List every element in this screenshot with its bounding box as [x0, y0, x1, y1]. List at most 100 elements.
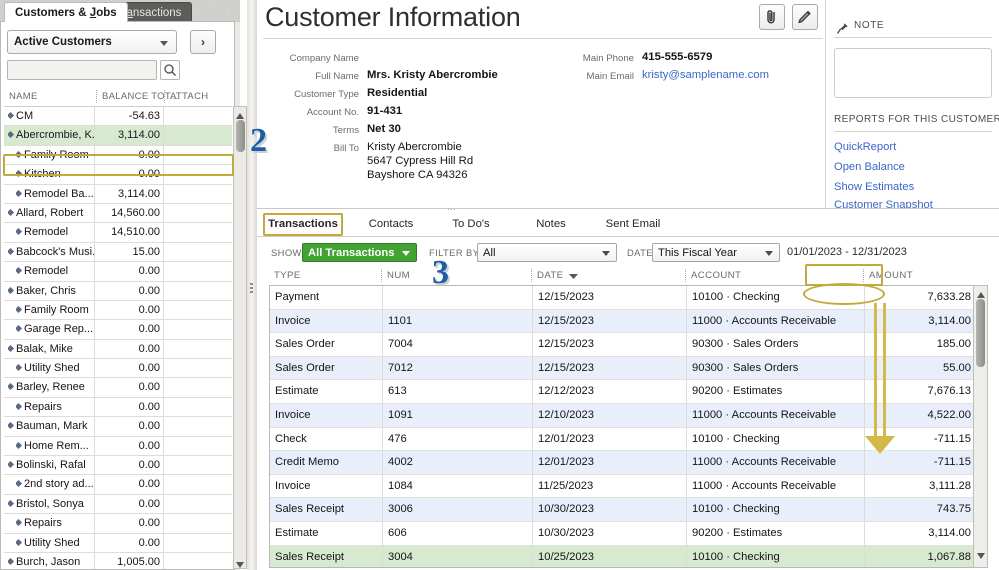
sidebar-scroll-thumb[interactable]: [236, 120, 245, 152]
customer-name-text: Allard, Robert: [16, 206, 84, 219]
transaction-account: 10100 · Checking: [692, 432, 780, 445]
customer-list-item[interactable]: Repairs 0.00: [4, 514, 232, 534]
customer-list-item[interactable]: Kitchen 0.00: [4, 165, 232, 185]
customer-list-item[interactable]: Family Room 0.00: [4, 300, 232, 321]
customer-list-item[interactable]: Baker, Chris 0.00: [4, 281, 232, 301]
customer-list-item[interactable]: Bolinski, Rafal 0.00: [4, 456, 232, 476]
customer-balance: 0.00: [138, 536, 160, 549]
diamond-bullet-icon: [8, 499, 15, 507]
filter-by-dropdown[interactable]: All: [477, 243, 617, 262]
customer-name-text: Baker, Chris: [16, 284, 76, 297]
cell-divider: [94, 417, 95, 437]
customer-list-item[interactable]: Balak, Mike 0.00: [4, 339, 232, 360]
attachment-button[interactable]: [759, 4, 785, 30]
transaction-grid-scrollbar[interactable]: [973, 285, 988, 568]
value-main-email[interactable]: kristy@samplename.com: [642, 69, 769, 81]
date-dropdown[interactable]: This Fiscal Year: [652, 243, 780, 262]
customer-list-item[interactable]: Bristol, Sonya 0.00: [4, 494, 232, 515]
customer-balance: 3,114.00: [117, 129, 160, 142]
tab-customers-and-jobs[interactable]: Customers & Jobs: [4, 2, 128, 22]
customer-name-text: Repairs: [24, 517, 62, 530]
show-dropdown[interactable]: All Transactions: [302, 243, 417, 262]
transaction-account: 10100 · Checking: [692, 503, 780, 516]
customer-list-item[interactable]: Allard, Robert 14,560.00: [4, 203, 232, 224]
customer-list-item[interactable]: Barley, Renee 0.00: [4, 378, 232, 398]
customer-list-item[interactable]: Utility Shed 0.00: [4, 359, 232, 379]
customer-list-item[interactable]: Garage Rep... 0.00: [4, 320, 232, 340]
report-link-quickreport[interactable]: QuickReport: [834, 141, 896, 153]
transaction-row[interactable]: Sales Receipt 3004 10/25/2023 10100 · Check…: [270, 545, 986, 567]
grid-column-account[interactable]: ACCOUNT: [691, 270, 741, 281]
transaction-row[interactable]: Estimate 606 10/30/2023 90200 · Estimates 3,…: [270, 521, 986, 546]
cell-divider: [94, 242, 95, 263]
scroll-up-arrow-icon[interactable]: [235, 108, 245, 119]
cell-divider: [94, 107, 95, 127]
customer-list-item[interactable]: Abercrombie, K... 3,114.00: [4, 126, 232, 146]
tab-contacts[interactable]: Contacts: [353, 213, 429, 236]
customer-list-item[interactable]: Remodel 0.00: [4, 262, 232, 282]
customer-list-item[interactable]: Repairs 0.00: [4, 397, 232, 418]
tab-notes[interactable]: Notes: [513, 213, 589, 236]
sidebar-expand-button[interactable]: ›: [190, 30, 216, 54]
transaction-row[interactable]: Sales Receipt 3006 10/30/2023 10100 · Check…: [270, 498, 986, 522]
transaction-date: 12/12/2023: [538, 385, 594, 398]
customer-list-item[interactable]: Bauman, Mark 0.00: [4, 417, 232, 437]
column-divider[interactable]: [164, 90, 165, 103]
active-customers-dropdown[interactable]: Active Customers: [7, 30, 177, 54]
panel-splitter[interactable]: [247, 0, 257, 570]
customer-name: Repairs: [16, 517, 102, 529]
column-header-balance-total: BALANCE TOT...: [102, 91, 179, 102]
search-button[interactable]: [160, 60, 180, 80]
section-resize-handle[interactable]: …: [447, 202, 457, 212]
grid-column-date[interactable]: DATE: [537, 270, 563, 281]
tab-to-dos[interactable]: To Do's: [433, 213, 509, 236]
note-textarea[interactable]: [834, 48, 992, 98]
column-divider[interactable]: [96, 90, 97, 103]
customer-list-item[interactable]: Utility Shed 0.00: [4, 533, 232, 553]
grid-column-type[interactable]: TYPE: [274, 270, 301, 281]
customer-list-item[interactable]: Burch, Jason 1,005.00: [4, 552, 232, 569]
transaction-amount: 3,111.28: [929, 479, 971, 492]
tab-transactions[interactable]: Transactions: [263, 213, 343, 236]
transaction-row[interactable]: Credit Memo 4002 12/01/2023 11000 · Account…: [270, 451, 986, 475]
cell-divider: [163, 107, 164, 127]
search-input[interactable]: [7, 60, 157, 80]
cell-divider: [163, 281, 164, 301]
customer-list-item[interactable]: Remodel 14,510.00: [4, 223, 232, 243]
scroll-down-arrow-icon[interactable]: [235, 557, 245, 568]
report-link-show-estimates[interactable]: Show Estimates: [834, 181, 914, 193]
reports-divider: [834, 131, 992, 132]
date-column-highlight: [805, 264, 883, 286]
edit-customer-button[interactable]: [792, 4, 818, 30]
grid-column-divider[interactable]: [685, 269, 686, 282]
customer-list-item[interactable]: Remodel Ba... 3,114.00: [4, 184, 232, 204]
grid-column-divider[interactable]: [531, 269, 532, 282]
grid-column-num[interactable]: NUM: [387, 270, 410, 281]
sidebar-scrollbar[interactable]: [233, 106, 247, 569]
customer-balance: 0.00: [138, 168, 160, 181]
grid-scroll-thumb[interactable]: [976, 299, 985, 367]
customer-list[interactable]: CM -54.63 Abercrombie, K... 3,114.00 Family …: [4, 106, 232, 569]
transaction-num: 7012: [388, 361, 413, 374]
scroll-down-arrow-icon[interactable]: [976, 548, 986, 566]
customer-list-item[interactable]: Family Room 0.00: [4, 145, 232, 166]
transaction-row[interactable]: Invoice 1084 11/25/2023 11000 · Accounts Re…: [270, 474, 986, 499]
cell-divider: [686, 427, 687, 452]
note-divider: [834, 37, 992, 38]
customer-balance: 0.00: [138, 265, 160, 278]
cell-divider: [382, 427, 383, 452]
cell-divider: [382, 498, 383, 522]
cell-divider: [163, 494, 164, 515]
sort-descending-icon[interactable]: [569, 272, 578, 283]
grid-column-divider[interactable]: [381, 269, 382, 282]
customer-list-item[interactable]: 2nd story ad... 0.00: [4, 475, 232, 495]
cell-divider: [382, 309, 383, 334]
customer-list-item[interactable]: Home Rem... 0.00: [4, 436, 232, 457]
tab-sent-email[interactable]: Sent Email: [593, 213, 673, 236]
chevron-down-icon: [765, 251, 773, 256]
report-link-open-balance[interactable]: Open Balance: [834, 161, 905, 173]
transaction-date: 12/15/2023: [538, 361, 594, 374]
diamond-bullet-icon: [16, 480, 23, 488]
customer-list-item[interactable]: CM -54.63: [4, 107, 232, 127]
customer-list-item[interactable]: Babcock's Musi... 15.00: [4, 242, 232, 263]
